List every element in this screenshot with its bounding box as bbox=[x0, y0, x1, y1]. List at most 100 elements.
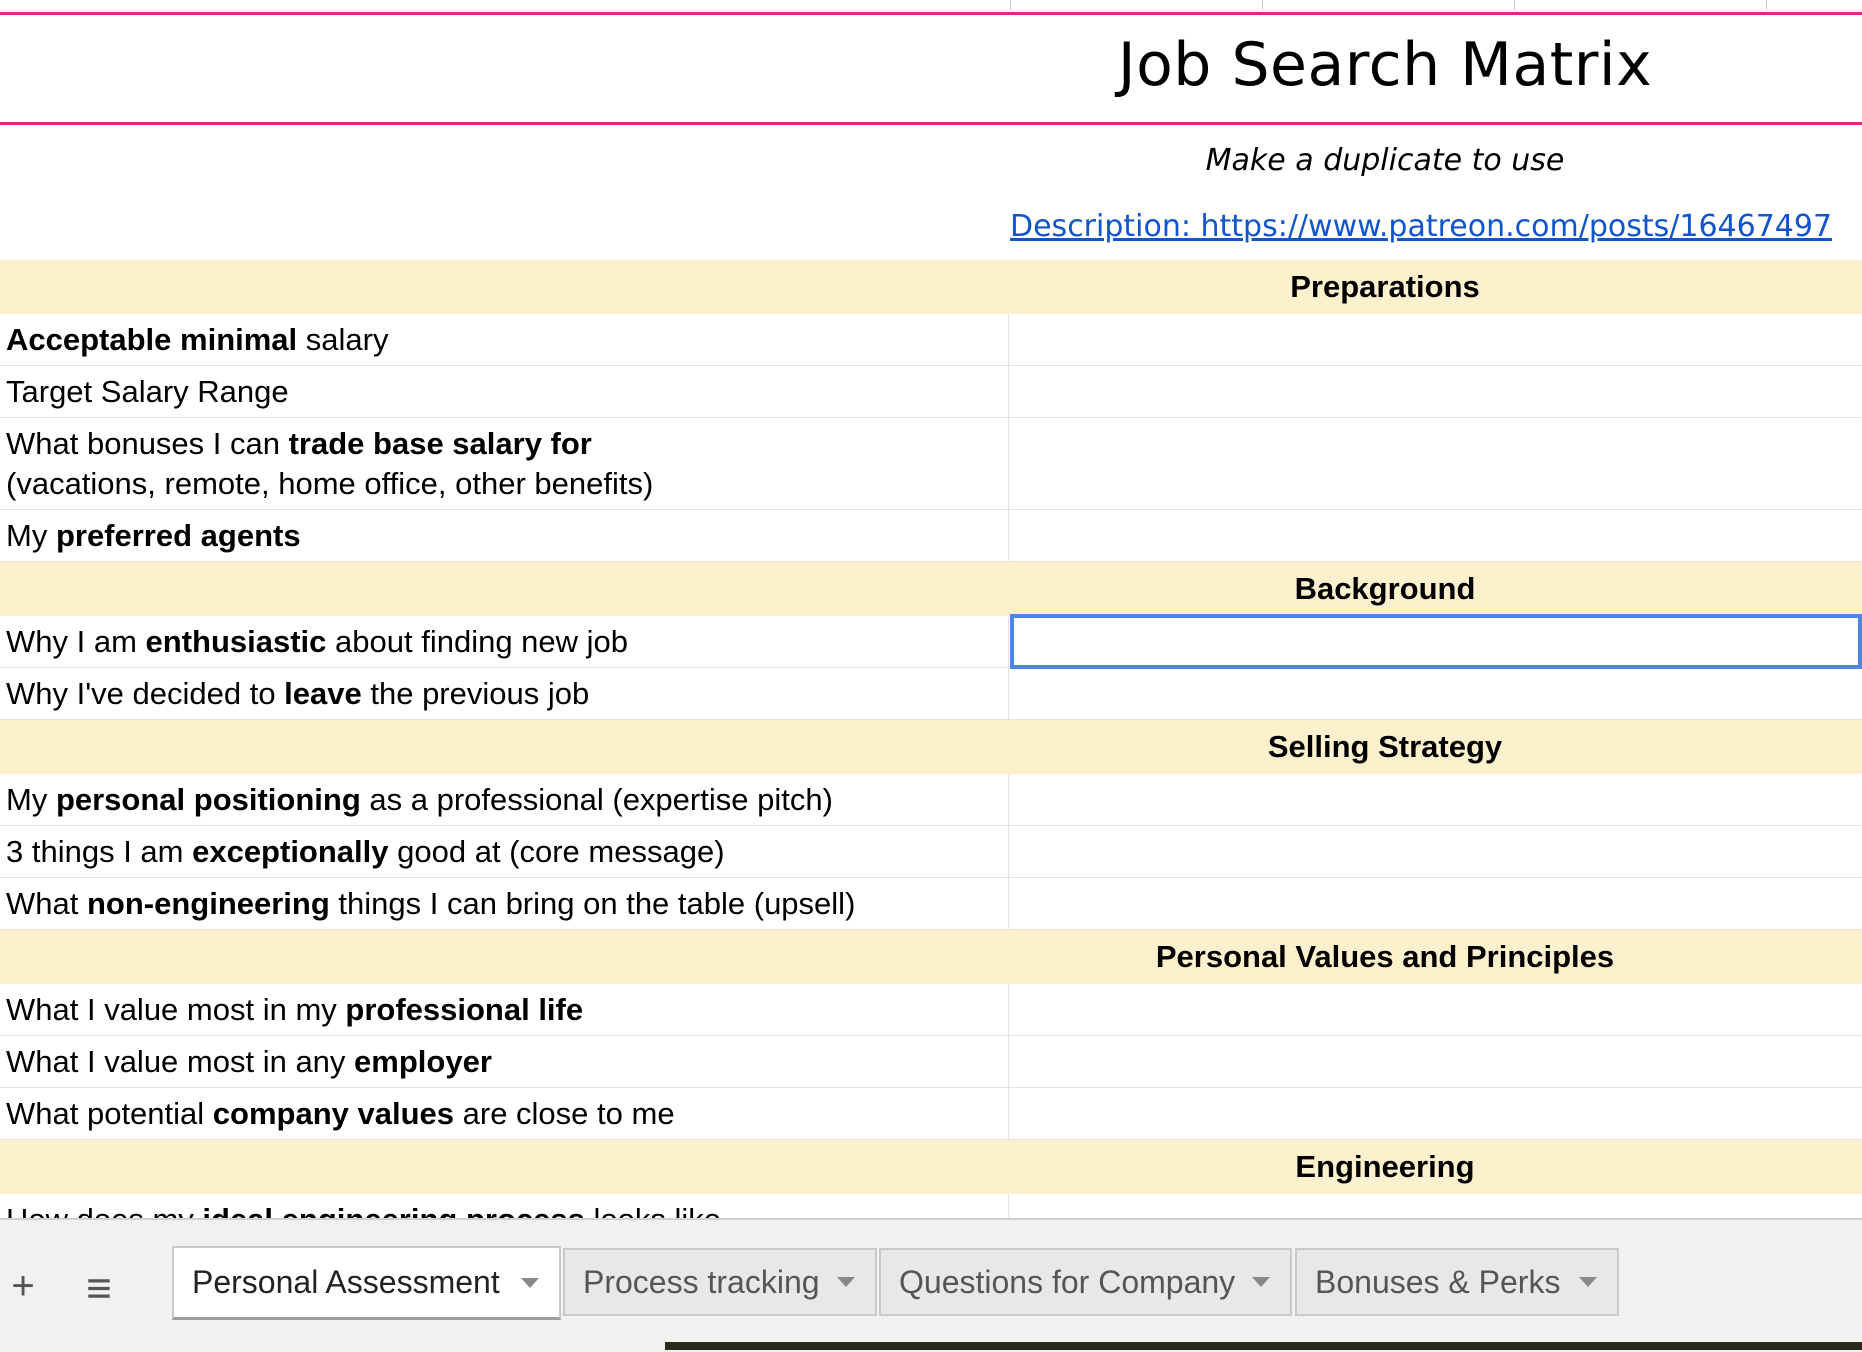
section-background[interactable]: Background bbox=[0, 562, 1862, 616]
tab-label: Process tracking bbox=[583, 1263, 820, 1300]
section-title: Personal Values and Principles bbox=[1155, 939, 1615, 974]
value-cell[interactable] bbox=[1010, 1036, 1862, 1087]
section-title: Preparations bbox=[1290, 269, 1480, 304]
column-divider bbox=[1010, 0, 1011, 10]
row-label-cell[interactable]: My preferred agents bbox=[0, 510, 1009, 561]
plain-text: about finding new job bbox=[326, 623, 629, 659]
plain-text: as a professional (expertise pitch) bbox=[360, 781, 833, 817]
table-row[interactable]: My personal positioning as a professiona… bbox=[0, 774, 1862, 826]
column-divider bbox=[1514, 0, 1515, 10]
bold-text: enthusiastic bbox=[145, 623, 327, 659]
plain-text: good at (core message) bbox=[388, 833, 725, 869]
value-cell[interactable] bbox=[1010, 826, 1862, 877]
subtitle-row[interactable]: Make a duplicate to use bbox=[0, 125, 1862, 195]
table-row[interactable]: 3 things I am exceptionally good at (cor… bbox=[0, 826, 1862, 878]
table-row[interactable]: Acceptable minimal salary bbox=[0, 314, 1862, 366]
row-label-cell[interactable]: My personal positioning as a professiona… bbox=[0, 774, 1009, 825]
chevron-down-icon[interactable] bbox=[1579, 1277, 1597, 1287]
chevron-down-icon[interactable] bbox=[521, 1277, 539, 1288]
plain-text: salary bbox=[297, 321, 389, 357]
spreadsheet-grid: Job Search Matrix Make a duplicate to us… bbox=[0, 0, 1862, 1218]
plain-text: looks like bbox=[585, 1202, 721, 1218]
plain-text: What bbox=[6, 885, 87, 921]
bold-text: company values bbox=[212, 1095, 455, 1131]
row-label-cell[interactable]: Acceptable minimal salary bbox=[0, 314, 1009, 365]
bold-text: Acceptable minimal bbox=[6, 321, 298, 357]
section-selling-strategy[interactable]: Selling Strategy bbox=[0, 720, 1862, 774]
table-row[interactable]: What bonuses I can trade base salary for… bbox=[0, 418, 1862, 510]
section-title: Engineering bbox=[1295, 1149, 1475, 1184]
bold-text: ideal engineering process bbox=[202, 1202, 584, 1218]
section-personal-values[interactable]: Personal Values and Principles bbox=[0, 930, 1862, 984]
table-row[interactable]: Why I've decided to leave the previous j… bbox=[0, 668, 1862, 720]
bold-text: preferred agents bbox=[55, 517, 301, 553]
table-row[interactable]: Target Salary Range bbox=[0, 366, 1862, 418]
tab-bonuses-perks[interactable]: Bonuses & Perks bbox=[1295, 1248, 1619, 1316]
table-row[interactable]: What non-engineering things I can bring … bbox=[0, 878, 1862, 930]
plain-text: My bbox=[6, 517, 56, 553]
plain-text: Target Salary Range bbox=[6, 373, 289, 409]
table-row[interactable]: What potential company values are close … bbox=[0, 1088, 1862, 1140]
section-engineering[interactable]: Engineering bbox=[0, 1140, 1862, 1194]
row-label-cell[interactable]: What potential company values are close … bbox=[0, 1088, 1009, 1139]
column-divider bbox=[1262, 0, 1263, 10]
plain-text: Why I've decided to bbox=[6, 675, 285, 711]
row-label-cell[interactable]: How does my ideal engineering process lo… bbox=[0, 1194, 1009, 1218]
table-row[interactable]: What I value most in any employer bbox=[0, 1036, 1862, 1088]
tab-process-tracking[interactable]: Process tracking bbox=[563, 1248, 877, 1316]
row-label-cell[interactable]: Why I've decided to leave the previous j… bbox=[0, 668, 1009, 719]
value-cell[interactable] bbox=[1010, 314, 1862, 365]
value-cell[interactable] bbox=[1010, 366, 1862, 417]
section-title: Selling Strategy bbox=[1267, 729, 1503, 764]
selected-cell[interactable] bbox=[1010, 614, 1862, 669]
plain-text: What potential bbox=[6, 1095, 213, 1131]
value-cell[interactable] bbox=[1010, 984, 1862, 1035]
table-row[interactable]: My preferred agents bbox=[0, 510, 1862, 562]
plain-text: My bbox=[6, 781, 56, 817]
plain-text: 3 things I am bbox=[6, 833, 193, 869]
bold-text: employer bbox=[354, 1043, 492, 1079]
bold-text: exceptionally bbox=[192, 833, 389, 869]
plain-text: are close to me bbox=[454, 1095, 675, 1131]
add-sheet-icon[interactable]: + bbox=[3, 1264, 43, 1309]
table-row[interactable]: Why I am enthusiastic about finding new … bbox=[0, 614, 1862, 669]
value-cell[interactable] bbox=[1010, 510, 1862, 561]
row-label-cell[interactable]: Target Salary Range bbox=[0, 366, 1009, 417]
value-cell[interactable] bbox=[1010, 1194, 1862, 1218]
tab-personal-assessment[interactable]: Personal Assessment bbox=[172, 1246, 561, 1320]
chevron-down-icon[interactable] bbox=[837, 1277, 855, 1287]
value-cell[interactable] bbox=[1010, 418, 1862, 509]
value-cell[interactable] bbox=[1010, 1088, 1862, 1139]
tab-label: Personal Assessment bbox=[192, 1264, 500, 1300]
sheet-tab-bar: + ≡ Personal Assessment Process tracking… bbox=[0, 1218, 1862, 1352]
value-cell[interactable] bbox=[1010, 878, 1862, 929]
column-divider bbox=[1766, 0, 1767, 10]
link-row[interactable]: Description: https://www.patreon.com/pos… bbox=[0, 195, 1862, 260]
row-label-cell[interactable]: What bonuses I can trade base salary for… bbox=[0, 418, 1009, 509]
tab-questions-for-company[interactable]: Questions for Company bbox=[879, 1248, 1292, 1316]
subtitle-text: Make a duplicate to use bbox=[1205, 143, 1565, 178]
plain-text: How does my bbox=[6, 1202, 202, 1218]
bottom-dark-strip bbox=[665, 1342, 1862, 1350]
tab-label: Bonuses & Perks bbox=[1315, 1263, 1561, 1300]
description-link[interactable]: Description: https://www.patreon.com/pos… bbox=[1010, 209, 1832, 244]
row-label-cell[interactable]: What I value most in any employer bbox=[0, 1036, 1009, 1087]
chevron-down-icon[interactable] bbox=[1252, 1277, 1270, 1287]
all-sheets-menu-icon[interactable]: ≡ bbox=[79, 1264, 119, 1314]
value-cell[interactable] bbox=[1010, 774, 1862, 825]
row-label-cell[interactable]: 3 things I am exceptionally good at (cor… bbox=[0, 826, 1009, 877]
row-label-cell[interactable]: What I value most in my professional lif… bbox=[0, 984, 1009, 1035]
table-row[interactable]: How does my ideal engineering process lo… bbox=[0, 1194, 1862, 1218]
table-row[interactable]: What I value most in my professional lif… bbox=[0, 984, 1862, 1036]
title-row[interactable]: Job Search Matrix bbox=[0, 12, 1862, 125]
tab-label: Questions for Company bbox=[899, 1263, 1236, 1300]
row-label-cell[interactable]: Why I am enthusiastic about finding new … bbox=[0, 616, 1009, 667]
plain-text: (vacations, remote, home office, other b… bbox=[6, 465, 654, 501]
bold-text: professional life bbox=[345, 991, 584, 1027]
section-preparations[interactable]: Preparations bbox=[0, 260, 1862, 314]
plain-text: What bonuses I can bbox=[6, 425, 289, 461]
value-cell[interactable] bbox=[1010, 668, 1862, 719]
sheet-title: Job Search Matrix bbox=[1117, 30, 1653, 100]
row-label-cell[interactable]: What non-engineering things I can bring … bbox=[0, 878, 1009, 929]
bold-text: trade base salary for bbox=[288, 425, 592, 461]
